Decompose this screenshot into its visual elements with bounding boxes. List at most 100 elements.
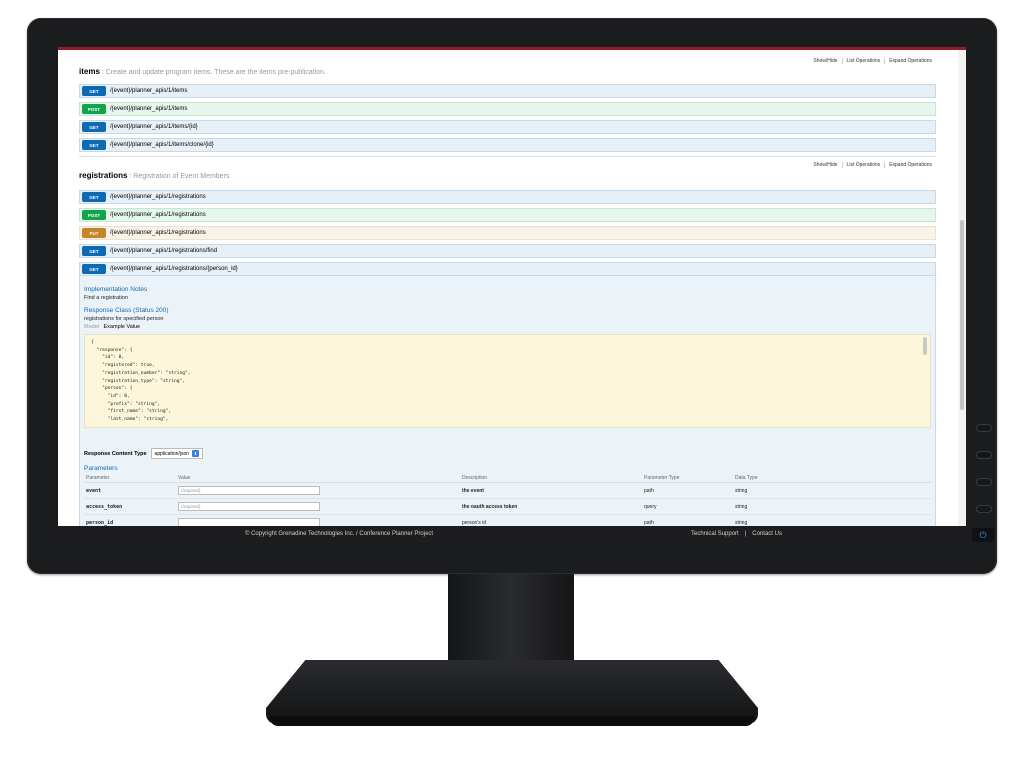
- screen: items : Create and update program items.…: [58, 47, 966, 543]
- response-class-heading: Response Class (Status 200): [84, 307, 169, 314]
- endpoint-path[interactable]: /{event}/planner_apis/1/registrations/fi…: [110, 248, 217, 254]
- param-data-type: string: [733, 482, 931, 499]
- method-badge[interactable]: POST: [82, 210, 106, 220]
- power-icon: ⏻: [972, 528, 994, 542]
- method-badge[interactable]: GET: [82, 122, 106, 132]
- param-data-type: string: [733, 514, 931, 526]
- param-name: person_id: [84, 514, 176, 526]
- model-tab[interactable]: Model: [84, 324, 99, 330]
- expand-operations-link[interactable]: Expand Operations: [884, 162, 936, 168]
- list-operations-link[interactable]: List Operations: [841, 58, 885, 64]
- resource-description: : Registration of Event Members: [129, 173, 230, 180]
- param-description: person's id: [460, 514, 642, 526]
- example-json: { "response": { "id": 0, "registered": t…: [91, 340, 191, 423]
- method-badge[interactable]: PUT: [82, 228, 106, 238]
- page-scrollbar[interactable]: [958, 50, 966, 526]
- content-type-value: application/json: [154, 450, 190, 457]
- endpoint-row[interactable]: GET /{event}/planner_apis/1/items/clone/{…: [79, 138, 936, 152]
- technical-support-link[interactable]: Technical Support: [691, 531, 739, 537]
- endpoint-path[interactable]: /{event}/planner_apis/1/items: [110, 88, 187, 94]
- endpoint-row[interactable]: GET /{event}/planner_apis/1/registrations: [79, 190, 936, 204]
- resource-ops: Show/Hide List Operations Expand Operation…: [809, 162, 936, 168]
- method-badge[interactable]: GET: [82, 246, 106, 256]
- method-badge[interactable]: GET: [82, 140, 106, 150]
- method-badge[interactable]: GET: [82, 192, 106, 202]
- param-data-type: string: [733, 498, 931, 515]
- param-description: the oauth access token: [460, 498, 642, 515]
- resource-title: registrations : Registration of Event Me…: [79, 171, 229, 180]
- endpoint-path[interactable]: /{event}/planner_apis/1/registrations: [110, 194, 206, 200]
- resource-description: : Create and update program items. These…: [101, 69, 326, 76]
- resource-header-registrations: registrations : Registration of Event Me…: [79, 160, 936, 184]
- method-badge[interactable]: GET: [82, 86, 106, 96]
- expand-operations-link[interactable]: Expand Operations: [884, 58, 936, 64]
- endpoint-path[interactable]: /{event}/planner_apis/1/registrations/{p…: [110, 266, 238, 272]
- param-input[interactable]: (required): [178, 502, 320, 511]
- param-name: event: [84, 482, 176, 499]
- chevron-updown-icon: ⬍: [192, 450, 200, 457]
- scrollbar-thumb[interactable]: [960, 220, 964, 410]
- param-input[interactable]: [178, 518, 320, 526]
- response-content-type: Response Content Type application/json ⬍: [84, 448, 931, 459]
- resource-title: items : Create and update program items.…: [79, 67, 326, 76]
- param-name: access_token: [84, 498, 176, 515]
- list-operations-link[interactable]: List Operations: [841, 162, 885, 168]
- endpoint-path[interactable]: /{event}/planner_apis/1/items/{id}: [110, 124, 198, 130]
- footer-separator: |: [744, 531, 747, 537]
- monitor-side-button: [976, 478, 992, 486]
- monitor-base-lip: [270, 716, 754, 726]
- method-badge[interactable]: POST: [82, 104, 106, 114]
- divider: [79, 156, 936, 157]
- param-value-cell: (required): [176, 498, 460, 515]
- endpoint-path[interactable]: /{event}/planner_apis/1/items: [110, 106, 187, 112]
- implementation-notes-text: Find a registration: [84, 295, 129, 301]
- monitor-side-button: [976, 424, 992, 432]
- implementation-notes-heading: Implementation Notes: [84, 286, 148, 293]
- resource-header-items: items : Create and update program items.…: [79, 50, 936, 80]
- monitor-photo: ⏻ items : Create and update program item…: [0, 0, 1024, 765]
- monitor-base: [266, 660, 758, 724]
- table-row: person_id person's id path string: [84, 514, 931, 526]
- footer-links: Technical Support | Contact Us: [688, 526, 785, 543]
- param-value-cell: (required): [176, 482, 460, 499]
- column-header: Description: [460, 474, 642, 483]
- column-header: Parameter Type: [642, 474, 733, 483]
- resource-ops: Show/Hide List Operations Expand Operation…: [809, 58, 936, 64]
- param-type: query: [642, 498, 733, 515]
- endpoint-row[interactable]: POST /{event}/planner_apis/1/registration…: [79, 208, 936, 222]
- endpoint-row[interactable]: POST /{event}/planner_apis/1/items: [79, 102, 936, 116]
- param-value-cell: [176, 514, 460, 526]
- footer-copyright: © Copyright Grenadine Technologies Inc. …: [245, 531, 434, 537]
- parameters-heading: Parameters: [84, 465, 118, 472]
- param-input[interactable]: (required): [178, 486, 320, 495]
- column-header: Data Type: [733, 474, 931, 483]
- endpoint-path[interactable]: /{event}/planner_apis/1/items/clone/{id}: [110, 142, 214, 148]
- param-description: the event: [460, 482, 642, 499]
- content-type-select[interactable]: application/json ⬍: [150, 448, 204, 459]
- example-value-box[interactable]: { "response": { "id": 0, "registered": t…: [84, 334, 931, 428]
- endpoint-path[interactable]: /{event}/planner_apis/1/registrations: [110, 230, 206, 236]
- column-header: Parameter: [84, 474, 176, 483]
- table-row: access_token (required) the oauth access…: [84, 498, 931, 515]
- monitor-side-button: [976, 451, 992, 459]
- endpoint-row[interactable]: GET /{event}/planner_apis/1/registrations…: [79, 244, 936, 258]
- example-value-tab[interactable]: Example Value: [104, 324, 141, 330]
- show-hide-link[interactable]: Show/Hide: [809, 58, 841, 64]
- table-row: event (required) the event path string: [84, 482, 931, 499]
- response-class-text: registrations for specified person: [84, 316, 164, 322]
- endpoint-row-expanded[interactable]: GET /{event}/planner_apis/1/registrations…: [79, 262, 936, 276]
- code-scrollbar[interactable]: [923, 337, 927, 355]
- endpoint-path[interactable]: /{event}/planner_apis/1/registrations: [110, 212, 206, 218]
- param-type: path: [642, 514, 733, 526]
- endpoint-row[interactable]: PUT /{event}/planner_apis/1/registrations: [79, 226, 936, 240]
- endpoint-row[interactable]: GET /{event}/planner_apis/1/items: [79, 84, 936, 98]
- table-header-row: Parameter Value Description Parameter Ty…: [84, 474, 931, 483]
- endpoint-row[interactable]: GET /{event}/planner_apis/1/items/{id}: [79, 120, 936, 134]
- column-header: Value: [176, 474, 460, 483]
- contact-us-link[interactable]: Contact Us: [752, 531, 782, 537]
- resource-name[interactable]: items: [79, 67, 100, 76]
- method-badge[interactable]: GET: [82, 264, 106, 274]
- param-type: path: [642, 482, 733, 499]
- resource-name[interactable]: registrations: [79, 171, 127, 180]
- show-hide-link[interactable]: Show/Hide: [809, 162, 841, 168]
